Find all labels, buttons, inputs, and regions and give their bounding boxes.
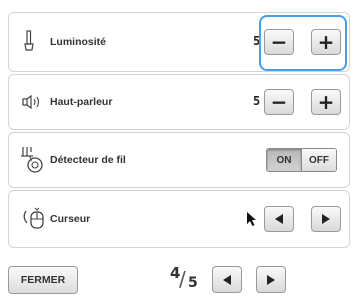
left-triangle-icon [223,274,231,285]
right-triangle-icon [267,274,275,285]
speaker-icon [22,94,42,114]
speaker-decrease-button[interactable]: − [264,89,294,115]
arrow-pointer-icon [246,211,258,232]
cursor-previous-button[interactable] [264,206,294,232]
speaker-increase-button[interactable]: + [311,89,341,115]
page-next-button[interactable] [256,266,286,293]
right-triangle-icon [322,214,330,224]
page-previous-button[interactable] [212,266,242,293]
cursor-row: Curseur [8,190,350,248]
selection-highlight [259,15,347,71]
speaker-value: 5 [253,94,261,108]
thread-sensor-icon [20,146,44,179]
cursor-next-button[interactable] [311,206,341,232]
page-separator: / [179,267,186,291]
page-total: 5 [188,275,198,291]
plus-icon: + [317,90,335,114]
cursor-settings-icon [21,207,47,236]
speaker-label: Haut-parleur [50,96,113,108]
thread-sensor-toggle[interactable]: ON OFF [266,148,337,172]
thread-sensor-label: Détecteur de fil [50,154,126,166]
speaker-row: Haut-parleur 5 [8,74,350,130]
brightness-label: Luminosité [50,36,107,48]
minus-icon: − [270,90,288,114]
close-button[interactable]: FERMER [8,266,78,294]
cursor-label: Curseur [50,213,91,225]
brightness-icon [24,30,34,57]
thread-sensor-on-option[interactable]: ON [267,149,301,171]
thread-sensor-off-option[interactable]: OFF [301,149,336,171]
left-triangle-icon [275,214,283,224]
